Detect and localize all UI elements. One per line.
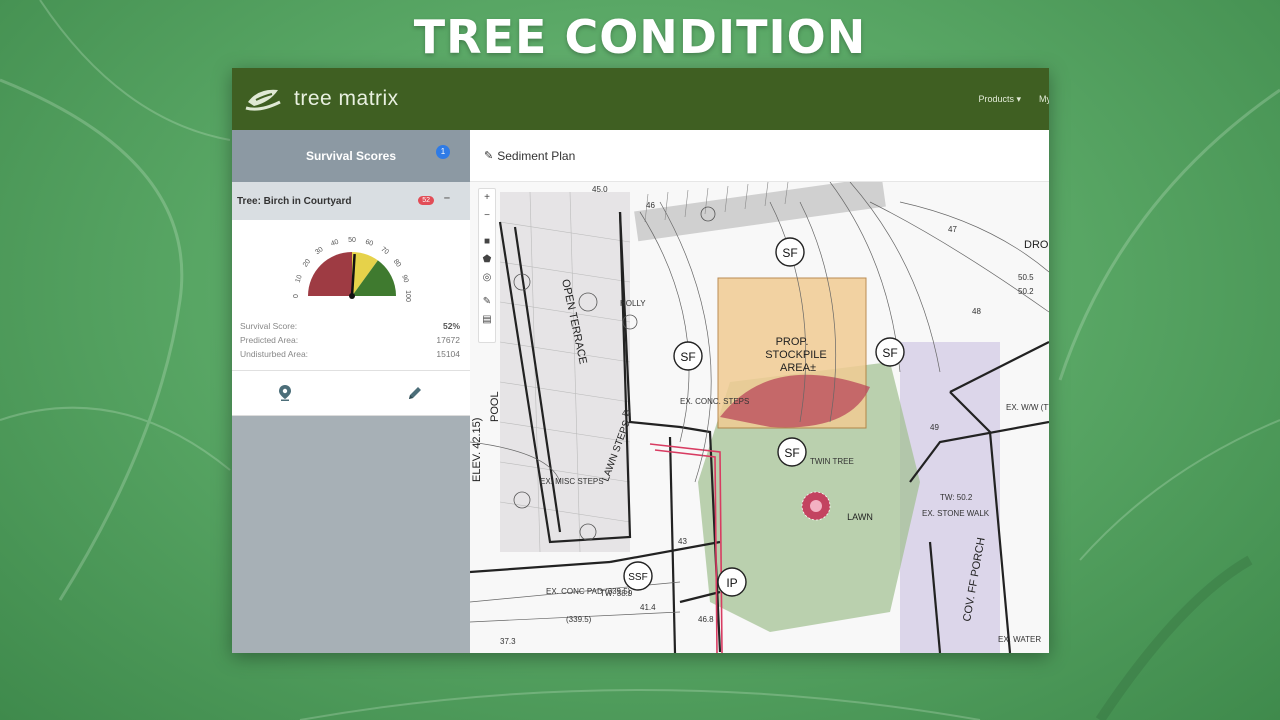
pencil-icon[interactable] bbox=[407, 385, 423, 401]
lawn-label: LAWN bbox=[847, 512, 873, 522]
navbar: tree matrix Products ▾ My bbox=[232, 68, 1049, 130]
plan-title: Sediment Plan bbox=[497, 148, 576, 163]
survival-scores-title: Survival Scores bbox=[305, 149, 397, 163]
app-window: tree matrix Products ▾ My Survival Score… bbox=[232, 68, 1049, 653]
elev-46-8: 46.8 bbox=[698, 615, 714, 624]
tw-label: TW: 50.2 bbox=[940, 493, 973, 502]
delete-layers-icon[interactable]: ▤ bbox=[479, 311, 495, 329]
stat-value: 17672 bbox=[436, 335, 460, 345]
tree-score-badge: 52 bbox=[418, 196, 434, 205]
survival-card: 0 10 20 30 40 50 60 70 80 90 100 Survival Score: 5… bbox=[232, 220, 470, 371]
terrace-paving bbox=[500, 192, 630, 552]
card-actions bbox=[232, 371, 470, 416]
ex-ww-label: EX. W/W (TYP.) bbox=[1006, 403, 1049, 412]
stockpile-label-1: PROP. bbox=[776, 336, 809, 348]
elev-48: 48 bbox=[972, 307, 981, 316]
my-menu[interactable]: My bbox=[1039, 94, 1049, 104]
pencil-icon[interactable]: ✎ bbox=[484, 149, 493, 162]
stat-undisturbed-area: Undisturbed Area: 15104 bbox=[240, 349, 460, 359]
ex-stone-walk-label: EX. STONE WALK bbox=[922, 509, 990, 518]
survival-scores-header[interactable]: Survival Scores 1 bbox=[232, 130, 470, 182]
sf-label: SF bbox=[784, 446, 799, 460]
stat-label: Undisturbed Area: bbox=[240, 349, 309, 359]
products-menu[interactable]: Products ▾ bbox=[978, 94, 1021, 105]
gauge-tick-label: 30 bbox=[314, 246, 325, 256]
gauge-hub bbox=[349, 293, 355, 299]
stockpile-label-2: STOCKPILE bbox=[765, 349, 827, 361]
pad-elev: (339.5) bbox=[566, 615, 592, 624]
stat-label: Survival Score: bbox=[240, 321, 298, 331]
stockpile-label-3: AREA± bbox=[780, 362, 816, 374]
main-panel: ✎ Sediment Plan SF SF SF SF SSF IP PROP.… bbox=[470, 130, 1049, 653]
pool-label: POOL bbox=[489, 391, 501, 422]
zoom-in-button[interactable]: + bbox=[479, 189, 495, 207]
nav-links: Products ▾ My bbox=[978, 68, 1049, 130]
sidebar: Survival Scores 1 Tree: Birch in Courtya… bbox=[232, 130, 470, 653]
tree-item[interactable]: Tree: Birch in Courtyard 52 – bbox=[232, 182, 470, 220]
elev-45: 45.0 bbox=[592, 185, 608, 194]
twin-tree-label: TWIN TREE bbox=[810, 457, 854, 466]
stat-survival-score: Survival Score: 52% bbox=[240, 321, 460, 331]
site-plan-map[interactable]: SF SF SF SF SSF IP PROP. STOCKPILE AREA±… bbox=[470, 182, 1049, 653]
gauge-tick-label: 100 bbox=[404, 290, 411, 302]
gauge-tick-label: 90 bbox=[400, 274, 409, 284]
ex-conc-pad-label: EX. CONC PAD (339.5) bbox=[546, 587, 631, 596]
stat-value: 15104 bbox=[436, 349, 460, 359]
elev-50-5: 50.5 bbox=[1018, 273, 1034, 282]
ip-label: IP bbox=[726, 576, 737, 590]
collapse-icon[interactable]: – bbox=[444, 192, 450, 204]
ex-misc-steps-label: EX. MISC STEPS bbox=[540, 477, 604, 486]
draw-polygon-icon[interactable]: ⬟ bbox=[479, 251, 495, 269]
gauge-tick-label: 20 bbox=[302, 258, 312, 269]
stat-predicted-area: Predicted Area: 17672 bbox=[240, 335, 460, 345]
gauge-tick-label: 0 bbox=[293, 294, 300, 298]
tree-label: Tree: Birch in Courtyard bbox=[237, 195, 352, 207]
ex-conc-steps-label: EX. CONC. STEPS bbox=[680, 397, 749, 406]
elev-47: 47 bbox=[948, 225, 957, 234]
elev-50-2: 50.2 bbox=[1018, 287, 1034, 296]
elev-46: 46 bbox=[646, 201, 655, 210]
elev-49: 49 bbox=[930, 423, 939, 432]
edit-layers-icon[interactable]: ✎ bbox=[479, 293, 495, 311]
ex-water-label: EX. WATER bbox=[998, 635, 1041, 644]
gauge-red-band bbox=[308, 252, 352, 296]
elev-42: 42 bbox=[622, 409, 631, 418]
dro-label: DRO bbox=[1024, 239, 1049, 251]
survival-gauge: 010203040 50 60708090100 bbox=[293, 237, 411, 302]
gauge-tick-label: 50 bbox=[348, 237, 356, 244]
zoom-out-button[interactable]: − bbox=[479, 207, 495, 225]
gauge-tick-label: 70 bbox=[379, 246, 390, 256]
survival-count-badge: 1 bbox=[436, 145, 450, 159]
site-plan-drawing: SF SF SF SF SSF IP PROP. STOCKPILE AREA±… bbox=[470, 182, 1049, 653]
sf-label: SF bbox=[680, 350, 695, 364]
holly-label: HOLLY bbox=[620, 299, 646, 308]
elev-note: ELEV. 42.15) bbox=[471, 418, 483, 482]
map-toolbar: + − ■ ⬟ ◎ ✎ ▤ bbox=[478, 188, 496, 343]
plan-title-bar: ✎ Sediment Plan bbox=[470, 130, 1049, 182]
elev-43: 43 bbox=[678, 537, 687, 546]
elev-37-3: 37.3 bbox=[500, 637, 516, 646]
elev-41-4: 41.4 bbox=[640, 603, 656, 612]
sf-label: SF bbox=[782, 246, 797, 260]
stat-value: 52% bbox=[442, 321, 460, 331]
sf-label: SF bbox=[882, 346, 897, 360]
gauge-tick-label: 40 bbox=[330, 239, 340, 248]
stat-label: Predicted Area: bbox=[240, 335, 299, 345]
gauge-tick-label: 80 bbox=[392, 258, 402, 269]
ssf-label: SSF bbox=[628, 572, 647, 583]
draw-circle-icon[interactable]: ◎ bbox=[479, 269, 495, 287]
map-marker-icon[interactable] bbox=[279, 385, 291, 401]
draw-rectangle-icon[interactable]: ■ bbox=[479, 233, 495, 251]
tree-matrix-logo-icon[interactable] bbox=[244, 82, 284, 116]
headline: TREE CONDITION bbox=[413, 10, 867, 64]
gauge-tick-label: 60 bbox=[364, 239, 374, 248]
brand-name[interactable]: tree matrix bbox=[294, 87, 399, 111]
gauge-tick-label: 10 bbox=[295, 274, 304, 284]
